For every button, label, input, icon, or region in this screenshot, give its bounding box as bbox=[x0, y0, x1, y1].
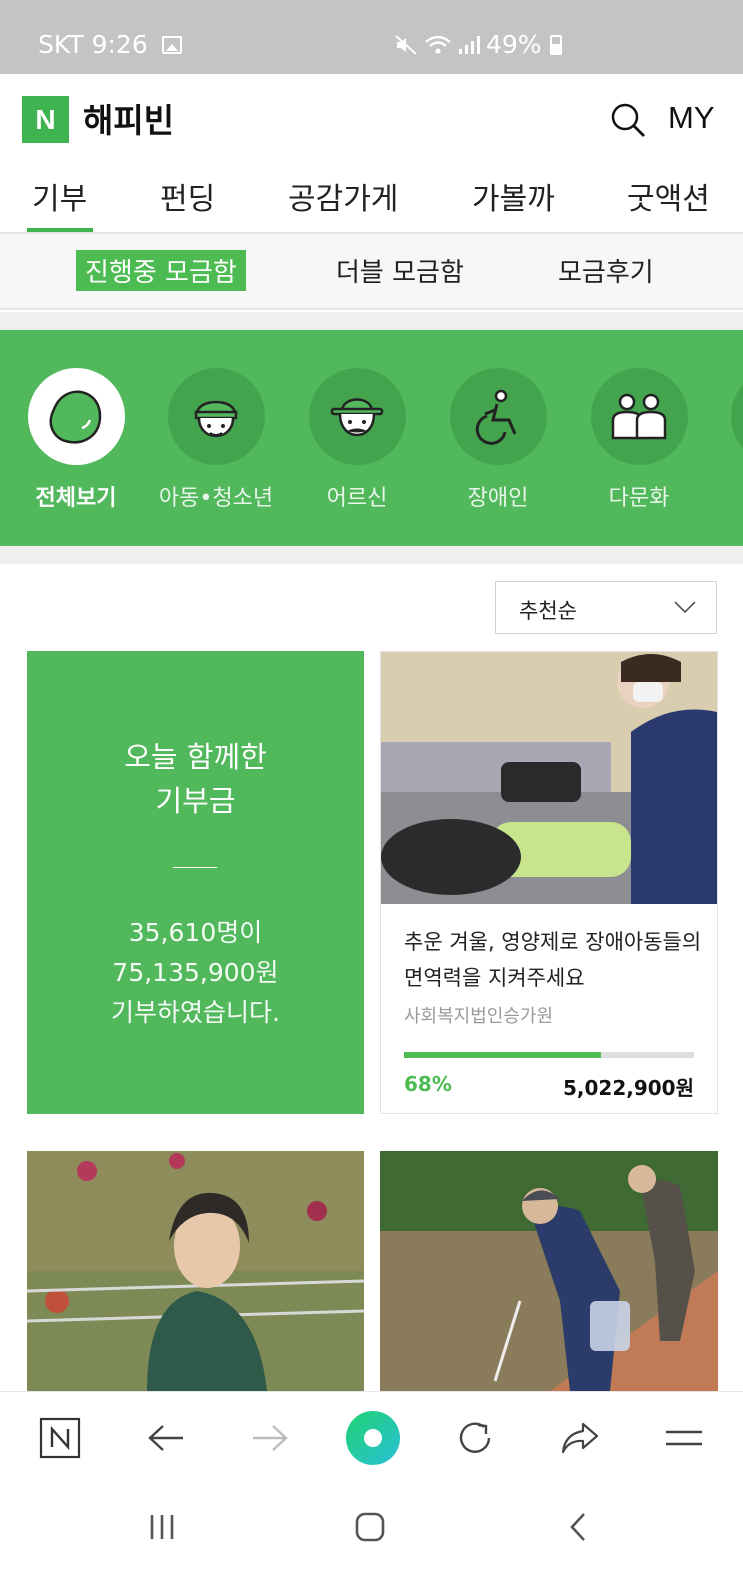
home-button[interactable] bbox=[350, 1507, 390, 1547]
campaign-amount: 5,022,900원 bbox=[562, 1076, 694, 1100]
category-multicultural[interactable]: 다문화 bbox=[569, 368, 709, 512]
subtab-reviews[interactable]: 모금후기 bbox=[558, 252, 654, 289]
naver-home-button[interactable] bbox=[36, 1414, 84, 1462]
brand-title[interactable]: 해피빈 bbox=[83, 94, 174, 142]
carrier-label: SKT bbox=[38, 30, 84, 59]
category-band: 전체보기 아동•청소년 어르신 장애인 다문화 bbox=[0, 330, 743, 546]
wifi-icon bbox=[425, 35, 451, 54]
campaign-organization: 사회복지법인승가원 bbox=[404, 1006, 554, 1027]
sub-tabs: 진행중 모금함 더블 모금함 모금후기 bbox=[0, 234, 743, 310]
category-disabled[interactable]: 장애인 bbox=[428, 368, 568, 512]
campaign-title[interactable]: 추운 겨울, 영양제로 장애아동들의 면역력을 지켜주세요 bbox=[404, 924, 704, 996]
green-dot-button[interactable] bbox=[345, 1410, 401, 1466]
subtab-double[interactable]: 더블 모금함 bbox=[336, 252, 464, 289]
green-dot-icon bbox=[346, 1411, 400, 1465]
sort-dropdown[interactable]: 추천순 bbox=[495, 581, 717, 634]
category-next-partial[interactable] bbox=[731, 368, 743, 465]
campaign-photo[interactable] bbox=[27, 1151, 364, 1391]
my-button[interactable]: MY bbox=[668, 100, 715, 136]
gallery-icon bbox=[161, 35, 182, 54]
category-all[interactable]: 전체보기 bbox=[6, 368, 146, 512]
summary-amount: 75,135,900원 bbox=[112, 958, 279, 987]
tab-empathy-store[interactable]: 공감가게 bbox=[288, 174, 398, 218]
category-label: 장애인 bbox=[467, 486, 529, 511]
category-label: 전체보기 bbox=[35, 486, 117, 511]
summary-divider bbox=[173, 867, 217, 868]
back-button[interactable] bbox=[142, 1414, 190, 1462]
refresh-icon bbox=[459, 1422, 491, 1453]
system-navigation-bar bbox=[0, 1483, 743, 1569]
share-button[interactable] bbox=[556, 1414, 604, 1462]
category-children[interactable]: 아동•청소년 bbox=[146, 368, 286, 512]
subtab-ongoing[interactable]: 진행중 모금함 bbox=[76, 250, 246, 291]
battery-label: 49% bbox=[486, 30, 542, 59]
campaign-photo[interactable] bbox=[380, 1151, 718, 1391]
naver-logo[interactable]: N bbox=[22, 96, 69, 143]
child-icon bbox=[194, 400, 238, 437]
tab-good-action[interactable]: 굿액션 bbox=[627, 174, 710, 218]
wheelchair-icon bbox=[475, 389, 517, 445]
tab-donate[interactable]: 기부 bbox=[32, 174, 87, 218]
bean-icon bbox=[49, 390, 102, 444]
category-label: 어르신 bbox=[326, 486, 388, 511]
mute-icon bbox=[395, 34, 417, 55]
campaign-percent: 68% bbox=[404, 1072, 452, 1096]
people-icon bbox=[611, 393, 667, 439]
system-back-button[interactable] bbox=[558, 1507, 598, 1547]
recent-apps-button[interactable] bbox=[142, 1507, 182, 1547]
search-icon bbox=[611, 103, 645, 137]
chevron-down-icon bbox=[674, 601, 696, 614]
home-icon bbox=[355, 1512, 385, 1542]
signal-icon bbox=[459, 35, 480, 54]
category-elderly[interactable]: 어르신 bbox=[287, 368, 427, 512]
sort-selected-value: 추천순 bbox=[519, 599, 577, 623]
forward-arrow-icon bbox=[253, 1425, 288, 1451]
menu-icon bbox=[666, 1430, 702, 1446]
active-tab-indicator bbox=[27, 228, 93, 232]
forward-button[interactable] bbox=[246, 1414, 294, 1462]
campaign-progress-fill bbox=[404, 1052, 602, 1058]
tab-lets-go[interactable]: 가볼까 bbox=[472, 174, 555, 218]
donation-summary-card: 오늘 함께한 기부금 35,610명이 75,135,900원 기부하였습니다. bbox=[27, 651, 364, 1114]
naver-home-icon bbox=[39, 1417, 81, 1459]
menu-button[interactable] bbox=[660, 1414, 708, 1462]
app-header: N 해피빈 MY bbox=[0, 74, 743, 162]
share-icon bbox=[561, 1422, 599, 1454]
browser-toolbar bbox=[0, 1391, 743, 1483]
category-label: 아동•청소년 bbox=[158, 486, 274, 511]
summary-title: 오늘 함께한 기부금 bbox=[124, 740, 267, 818]
back-icon bbox=[570, 1513, 585, 1541]
search-button[interactable] bbox=[608, 100, 648, 140]
recent-apps-icon bbox=[150, 1515, 174, 1539]
campaign-photo[interactable] bbox=[381, 652, 717, 904]
elder-icon bbox=[330, 397, 384, 436]
main-tabs: 기부 펀딩 공감가게 가볼까 굿액션 bbox=[0, 162, 743, 234]
section-divider bbox=[0, 312, 743, 330]
tab-funding[interactable]: 펀딩 bbox=[160, 174, 215, 218]
campaign-card[interactable]: 추운 겨울, 영양제로 장애아동들의 면역력을 지켜주세요 사회복지법인승가원 … bbox=[380, 651, 718, 1114]
section-divider bbox=[0, 546, 743, 564]
back-arrow-icon bbox=[148, 1425, 183, 1451]
campaign-progress-bar bbox=[404, 1052, 694, 1058]
summary-caption: 기부하였습니다. bbox=[111, 998, 280, 1027]
battery-icon bbox=[549, 34, 562, 55]
time-label: 9:26 bbox=[91, 30, 148, 59]
category-label: 다문화 bbox=[608, 486, 670, 511]
summary-donor-count: 35,610명이 bbox=[128, 918, 263, 947]
status-bar: SKT 9:26 49% bbox=[0, 0, 743, 74]
refresh-button[interactable] bbox=[452, 1414, 500, 1462]
